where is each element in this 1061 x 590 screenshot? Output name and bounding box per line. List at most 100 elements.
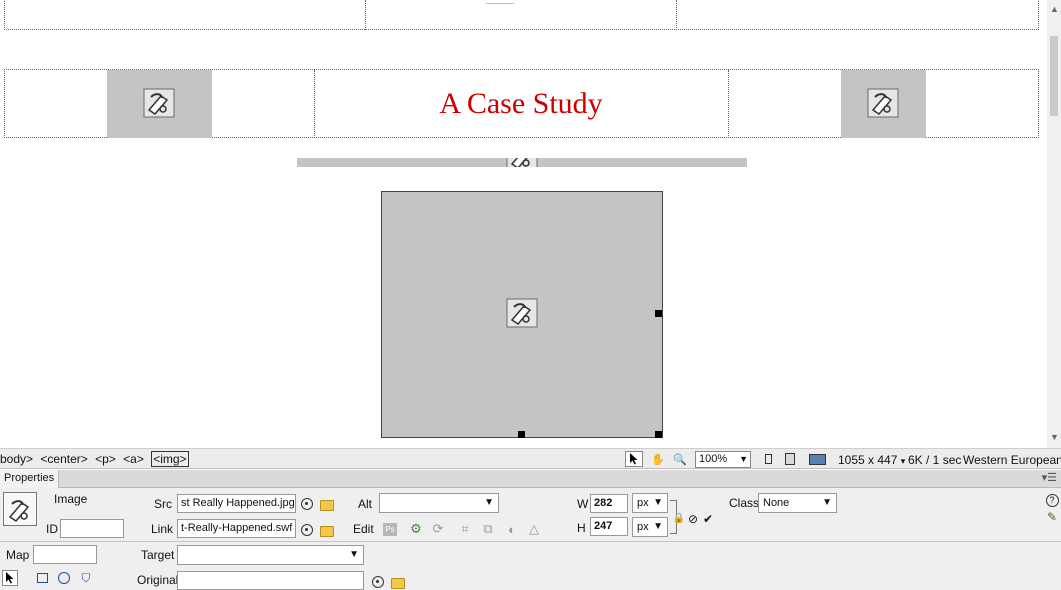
- link-input[interactable]: t-Really-Happened.swf: [177, 519, 296, 538]
- tag-body[interactable]: <body>: [0, 452, 33, 466]
- chevron-down-icon: ▼: [822, 497, 832, 508]
- chevron-down-icon: ▼: [349, 549, 359, 560]
- resample-icon[interactable]: ⧉: [480, 521, 496, 537]
- top-table-row: [4, 0, 1039, 30]
- table-divider: [676, 0, 677, 30]
- design-canvas[interactable]: A Case Study: [0, 0, 1047, 448]
- mobile-size-icon[interactable]: [759, 451, 777, 467]
- map-input[interactable]: [33, 545, 97, 564]
- pointer-hotspot-icon[interactable]: [2, 570, 18, 586]
- link-label: Link: [151, 522, 174, 536]
- properties-panel-header: Properties ▾☰: [0, 470, 1061, 488]
- tag-a[interactable]: <a>: [123, 452, 144, 466]
- src-label: Src: [154, 497, 172, 511]
- left-image-placeholder[interactable]: [107, 70, 212, 138]
- scrollbar-thumb[interactable]: [1050, 36, 1058, 116]
- browse-folder-icon[interactable]: [390, 575, 406, 590]
- resize-handle-corner[interactable]: [655, 431, 662, 438]
- edit-properties-icon[interactable]: ✎: [1044, 509, 1060, 525]
- image-placeholder-icon: [867, 88, 899, 118]
- browse-folder-icon[interactable]: [319, 523, 335, 539]
- scroll-down-icon[interactable]: ▼: [1050, 432, 1059, 442]
- class-label: Class: [729, 496, 760, 510]
- photoshop-edit-icon[interactable]: Ps: [382, 521, 398, 537]
- resize-handle-right[interactable]: [655, 310, 662, 317]
- table-divider: [365, 0, 366, 30]
- image-placeholder-icon: [506, 298, 538, 328]
- original-input[interactable]: [177, 571, 364, 590]
- selected-image-placeholder[interactable]: [381, 191, 663, 438]
- reset-size-icon[interactable]: ⊘: [685, 511, 701, 527]
- vertical-scrollbar[interactable]: ▲ ▼: [1047, 0, 1061, 448]
- zoom-value: 100%: [699, 453, 728, 465]
- src-input[interactable]: st Really Happened.jpg: [177, 494, 296, 513]
- chevron-down-icon: ▼: [653, 497, 663, 508]
- polygon-hotspot-icon[interactable]: ⛉: [78, 570, 94, 586]
- width-unit-value: px: [637, 497, 649, 509]
- page-heading: A Case Study: [439, 87, 603, 120]
- image-type-icon: [3, 492, 37, 526]
- commit-size-icon[interactable]: ✔: [700, 511, 716, 527]
- panel-divider: [0, 541, 1061, 542]
- status-bar: <body> <center> <p> <a> <img> ✋ 🔍 100% ▼…: [0, 448, 1061, 469]
- brightness-contrast-icon[interactable]: ◐: [504, 521, 520, 537]
- map-label: Map: [6, 548, 30, 562]
- id-input[interactable]: [60, 519, 124, 538]
- image-placeholder-icon: [506, 158, 538, 167]
- class-select[interactable]: None ▼: [758, 493, 837, 513]
- chevron-down-icon: ▼: [653, 521, 663, 532]
- help-icon[interactable]: ?: [1044, 492, 1060, 508]
- right-image-placeholder[interactable]: [841, 70, 926, 138]
- original-label: Original: [137, 573, 179, 587]
- desktop-size-icon[interactable]: [806, 451, 828, 467]
- alt-label: Alt: [358, 497, 373, 511]
- scrolled-placeholder-fragment: [486, 0, 514, 4]
- width-label: W: [577, 497, 589, 511]
- target-label: Target: [141, 548, 175, 562]
- browse-folder-icon[interactable]: [319, 497, 335, 513]
- point-to-file-icon[interactable]: [370, 574, 386, 590]
- point-to-file-icon[interactable]: [299, 496, 315, 512]
- banner-image-placeholder[interactable]: [297, 158, 747, 167]
- height-input[interactable]: 247: [590, 517, 628, 536]
- crop-icon[interactable]: ⌗: [457, 521, 473, 537]
- properties-panel: Image ID Src st Really Happened.jpg Link…: [0, 488, 1061, 590]
- window-size[interactable]: 1055 x 447 ▾: [838, 453, 905, 467]
- chevron-down-icon: ▾: [900, 456, 906, 466]
- edit-label: Edit: [353, 522, 374, 536]
- tag-img[interactable]: <img>: [151, 451, 189, 467]
- point-to-file-icon[interactable]: [299, 522, 315, 538]
- scroll-up-icon[interactable]: ▲: [1050, 4, 1059, 14]
- id-label: ID: [46, 522, 58, 536]
- encoding-label: Western European: [963, 453, 1061, 467]
- type-label: Image: [54, 492, 88, 506]
- width-unit-select[interactable]: px ▼: [632, 493, 668, 513]
- target-select[interactable]: ▼: [177, 545, 364, 565]
- update-from-original-icon[interactable]: ⟳: [430, 521, 446, 537]
- zoom-tool-icon[interactable]: 🔍: [671, 451, 689, 467]
- hand-tool-icon[interactable]: ✋: [649, 451, 667, 467]
- tablet-size-icon[interactable]: [781, 451, 799, 467]
- chevron-down-icon: ▼: [484, 497, 494, 508]
- resize-handle-bottom[interactable]: [518, 431, 525, 438]
- edit-image-settings-icon[interactable]: ⚙: [408, 521, 424, 537]
- width-input[interactable]: 282: [590, 494, 628, 513]
- alt-select[interactable]: ▼: [379, 493, 499, 513]
- chevron-down-icon: ▼: [739, 454, 748, 464]
- zoom-select[interactable]: 100% ▼: [695, 451, 751, 468]
- image-placeholder-icon: [143, 88, 175, 118]
- height-label: H: [577, 521, 586, 535]
- rectangle-hotspot-icon[interactable]: [34, 570, 50, 586]
- sharpen-icon[interactable]: △: [526, 521, 542, 537]
- tag-p[interactable]: <p>: [95, 452, 116, 466]
- table-divider: [728, 70, 729, 138]
- window-size-value: 1055 x 447: [838, 453, 898, 467]
- height-unit-select[interactable]: px ▼: [632, 517, 668, 537]
- tag-center[interactable]: <center>: [40, 452, 87, 466]
- panel-menu-icon[interactable]: ▾☰: [1042, 471, 1057, 484]
- class-value: None: [763, 497, 790, 509]
- circle-hotspot-icon[interactable]: [56, 570, 72, 586]
- tag-selector: <body> <center> <p> <a> <img>: [0, 451, 193, 467]
- select-tool-icon[interactable]: [625, 451, 643, 467]
- properties-tab[interactable]: Properties: [0, 470, 60, 488]
